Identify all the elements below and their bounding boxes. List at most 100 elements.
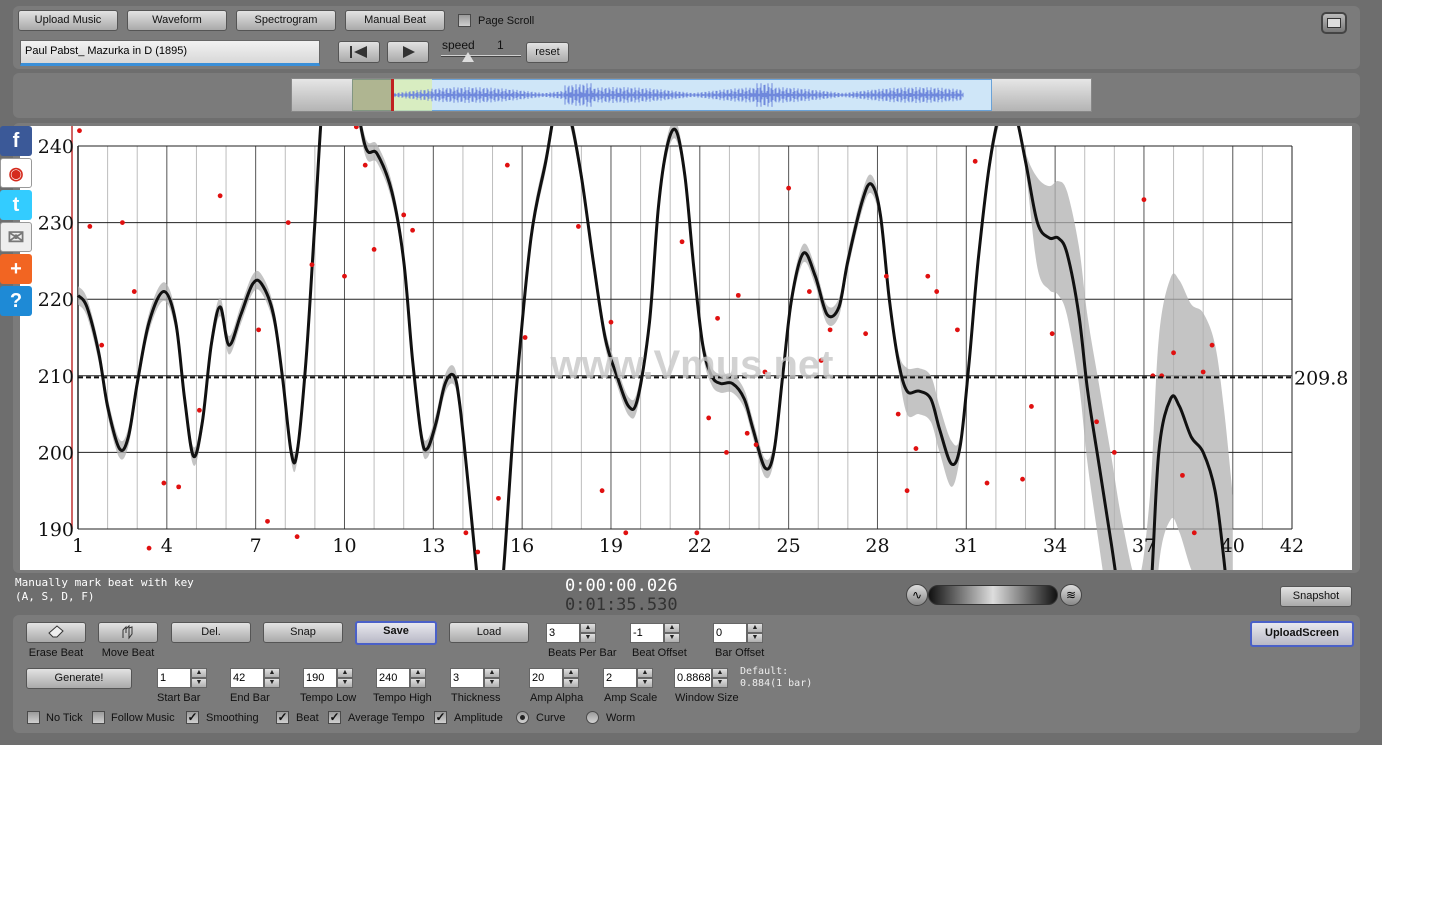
fullscreen-icon[interactable] [1321, 12, 1347, 34]
email-icon[interactable]: ✉ [0, 222, 32, 252]
play-button[interactable] [387, 41, 429, 63]
help-icon[interactable]: ? [0, 286, 32, 316]
upload-screen-button[interactable]: UploadScreen [1250, 621, 1354, 647]
upload-music-button[interactable]: Upload Music [18, 10, 118, 31]
manual-beat-button[interactable]: Manual Beat [345, 10, 445, 31]
curve-radio[interactable] [516, 711, 529, 724]
share-plus-icon[interactable]: + [0, 254, 32, 284]
y-tick-label: 230 [38, 213, 74, 235]
reset-speed-button[interactable]: reset [526, 42, 569, 63]
speed-slider-thumb[interactable] [462, 52, 474, 62]
erase-beat-label: Erase Beat [28, 647, 84, 659]
window-size-down[interactable]: ▼ [712, 678, 728, 688]
save-button[interactable]: Save [355, 621, 437, 645]
beats-per-bar-input[interactable] [546, 623, 580, 643]
tempo-high-input[interactable] [376, 668, 410, 688]
beat-point [99, 342, 105, 348]
amp-scale-down[interactable]: ▼ [637, 678, 653, 688]
amp-alpha-input[interactable] [529, 668, 563, 688]
beat-checkbox[interactable]: ✓ [276, 711, 289, 724]
beat-point [744, 430, 750, 436]
start-bar-input[interactable] [157, 668, 191, 688]
worm-radio[interactable] [586, 711, 599, 724]
follow-music-checkbox[interactable] [92, 711, 105, 724]
amp-alpha-up[interactable]: ▲ [563, 668, 579, 678]
thickness-down[interactable]: ▼ [484, 678, 500, 688]
x-tick-label: 10 [332, 535, 356, 557]
start-bar-up[interactable]: ▲ [191, 668, 207, 678]
thickness-input[interactable] [450, 668, 484, 688]
twitter-icon[interactable]: t [0, 190, 32, 220]
overview-waveform[interactable] [291, 78, 1092, 112]
track-title-field[interactable]: Paul Pabst_ Mazurka in D (1895) [20, 40, 320, 66]
tempo-high-up[interactable]: ▲ [410, 668, 426, 678]
x-tick-label: 31 [954, 535, 978, 557]
thickness-up[interactable]: ▲ [484, 668, 500, 678]
overview-playhead[interactable] [391, 79, 394, 111]
beat-offset-down[interactable]: ▼ [664, 633, 680, 643]
no-tick-checkbox[interactable] [27, 711, 40, 724]
x-tick-label: 28 [865, 535, 889, 557]
beat-point [463, 530, 469, 536]
delete-button[interactable]: Del. [171, 622, 251, 643]
beats-per-bar-label: Beats Per Bar [548, 647, 617, 659]
amplitude-checkbox[interactable]: ✓ [434, 711, 447, 724]
beat-offset-label: Beat Offset [632, 647, 687, 659]
smoothing-checkbox[interactable]: ✓ [186, 711, 199, 724]
snap-button[interactable]: Snap [263, 622, 343, 643]
bar-offset-input[interactable] [713, 623, 747, 643]
beats-per-bar-up[interactable]: ▲ [580, 623, 596, 633]
beat-point [955, 327, 960, 333]
tempo-high-down[interactable]: ▼ [410, 678, 426, 688]
page-scroll-label: Page Scroll [478, 15, 535, 27]
hint-line-1: Manually mark beat with key [15, 576, 194, 589]
beats-per-bar-down[interactable]: ▼ [580, 633, 596, 643]
x-tick-label: 22 [688, 535, 712, 557]
end-bar-up[interactable]: ▲ [264, 668, 280, 678]
move-beat-label: Move Beat [101, 647, 155, 659]
zoom-in-wave-icon[interactable]: ≋ [1060, 584, 1082, 606]
erase-beat-button[interactable] [26, 622, 86, 643]
amp-scale-input[interactable] [603, 668, 637, 688]
speed-slider[interactable] [441, 52, 521, 63]
end-bar-input[interactable] [230, 668, 264, 688]
waveform-button[interactable]: Waveform [127, 10, 227, 31]
facebook-icon[interactable]: f [0, 126, 32, 156]
generate-button[interactable]: Generate! [26, 668, 132, 689]
load-button[interactable]: Load [449, 622, 529, 643]
beat-point [786, 185, 792, 191]
bar-offset-down[interactable]: ▼ [747, 633, 763, 643]
tempo-low-down[interactable]: ▼ [337, 678, 353, 688]
tempo-low-up[interactable]: ▲ [337, 668, 353, 678]
beat-point [715, 315, 720, 321]
eraser-icon [48, 625, 64, 638]
beat-point [1141, 197, 1147, 203]
weibo-icon[interactable]: ◉ [0, 158, 32, 188]
zoom-out-wave-icon[interactable]: ∿ [906, 584, 928, 606]
rewind-button[interactable] [338, 41, 380, 63]
y-tick-label: 220 [38, 289, 74, 311]
watermark-text: www.Vmus.net [549, 343, 833, 387]
beat-point [353, 126, 359, 130]
x-tick-label: 4 [161, 535, 173, 557]
tempo-chart[interactable]: 209.8 190 200 210 220 230 240 1 4 7 10 13 16 19 22 25 2… [20, 126, 1352, 570]
average-tempo-checkbox[interactable]: ✓ [328, 711, 341, 724]
zoom-slider[interactable] [928, 585, 1058, 605]
start-bar-down[interactable]: ▼ [191, 678, 207, 688]
window-size-input[interactable] [674, 668, 712, 688]
page-scroll-checkbox[interactable] [458, 14, 471, 27]
end-bar-down[interactable]: ▼ [264, 678, 280, 688]
amp-alpha-down[interactable]: ▼ [563, 678, 579, 688]
tempo-low-input[interactable] [303, 668, 337, 688]
amp-alpha-label: Amp Alpha [530, 692, 584, 704]
beat-point [131, 289, 137, 294]
bar-offset-up[interactable]: ▲ [747, 623, 763, 633]
beat-offset-input[interactable] [630, 623, 664, 643]
spectrogram-button[interactable]: Spectrogram [236, 10, 336, 31]
beat-offset-up[interactable]: ▲ [664, 623, 680, 633]
snapshot-button[interactable]: Snapshot [1280, 586, 1352, 607]
move-beat-button[interactable] [98, 622, 158, 643]
amp-scale-up[interactable]: ▲ [637, 668, 653, 678]
window-size-up[interactable]: ▲ [712, 668, 728, 678]
beat-point [362, 162, 368, 168]
